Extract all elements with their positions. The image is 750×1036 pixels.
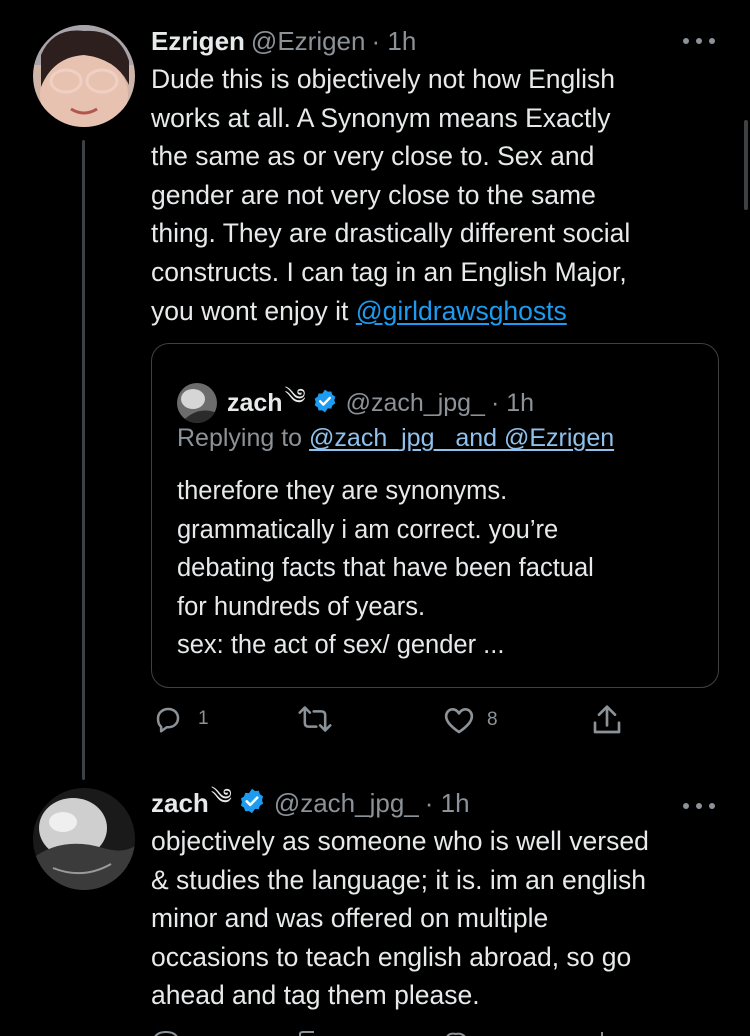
author-name[interactable]: zach — [151, 788, 209, 819]
tweet-text-body: Dude this is objectively not how English… — [151, 64, 631, 326]
tweet-header: zach ༄ @zach_jpg_ · 1h — [151, 784, 470, 820]
avatar-zach[interactable] — [33, 788, 135, 890]
replying-to: Replying to @zach_jpg_ and @Ezrigen — [177, 424, 614, 453]
reply-button[interactable]: 1 — [152, 704, 209, 734]
reply-count: 1 — [198, 708, 209, 729]
replying-to-prefix: Replying to — [177, 424, 310, 452]
verified-badge-icon — [312, 388, 338, 419]
like-button[interactable]: 8 — [443, 705, 498, 735]
tweet-actions-partial — [150, 1028, 620, 1036]
author-name[interactable]: Ezrigen — [151, 26, 245, 57]
scrollbar[interactable] — [744, 120, 748, 210]
avatar-ezrigen[interactable] — [33, 25, 135, 127]
mention-link[interactable]: @girldrawsghosts — [356, 296, 567, 326]
tweet-text: Dude this is objectively not how English… — [151, 60, 731, 330]
quoted-author-handle[interactable]: @zach_jpg_ — [346, 389, 485, 418]
author-handle[interactable]: @zach_jpg_ — [274, 788, 419, 819]
avatar-image — [33, 25, 135, 127]
more-icon[interactable] — [682, 26, 716, 52]
retweet-button[interactable] — [298, 705, 332, 733]
tweet-time[interactable]: · 1h — [371, 26, 416, 57]
avatar-image — [33, 788, 135, 890]
quoted-avatar[interactable] — [177, 383, 217, 423]
reply-icon — [156, 707, 180, 733]
author-handle[interactable]: @Ezrigen — [251, 26, 366, 57]
quoted-tweet[interactable]: zach ༄ @zach_jpg_ · 1h Replying to @zach… — [151, 343, 719, 688]
thread-line — [82, 140, 85, 780]
tweet-time[interactable]: · 1h — [425, 788, 470, 819]
tweet-text: objectively as someone who is well verse… — [151, 826, 649, 1011]
replying-to-link[interactable]: @zach_jpg_ and @Ezrigen — [309, 424, 614, 452]
heart-icon — [444, 708, 474, 734]
more-icon[interactable] — [682, 791, 716, 817]
quoted-author-name[interactable]: zach — [227, 389, 283, 418]
quoted-tweet-text: therefore they are synonyms. grammatical… — [177, 477, 594, 660]
tweet-header: Ezrigen @Ezrigen · 1h — [151, 24, 416, 58]
quoted-tweet-time[interactable]: · 1h — [491, 389, 534, 418]
verified-badge-icon — [238, 787, 266, 820]
share-icon — [593, 705, 621, 734]
retweet-icon — [298, 706, 332, 732]
like-count: 8 — [487, 709, 498, 730]
share-button[interactable] — [592, 704, 622, 736]
